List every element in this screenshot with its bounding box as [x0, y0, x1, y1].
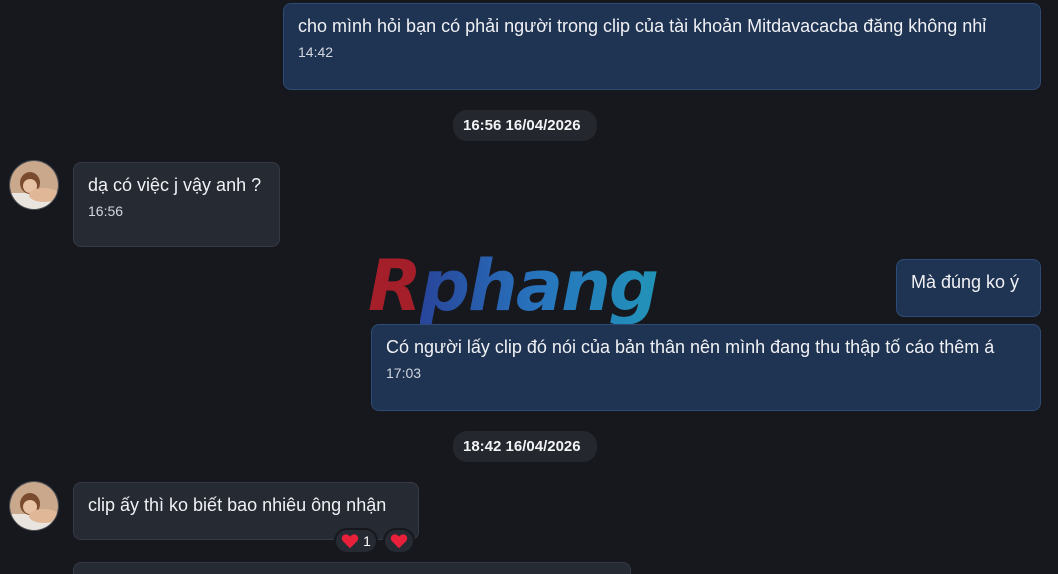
- message-text: Mà đúng ko ý: [911, 272, 1020, 292]
- watermark-text: phang: [419, 245, 659, 327]
- date-separator: 16:56 16/04/2026: [453, 110, 597, 141]
- message-bubble-outgoing[interactable]: Có người lấy clip đó nói của bản thân nê…: [371, 324, 1041, 411]
- heart-icon: [390, 534, 408, 549]
- avatar[interactable]: [9, 481, 59, 531]
- message-bubble-incoming-partial[interactable]: [73, 562, 631, 574]
- message-text: cho mình hỏi bạn có phải người trong cli…: [298, 16, 987, 36]
- date-separator: 18:42 16/04/2026: [453, 431, 597, 462]
- message-time: 14:42: [298, 44, 334, 60]
- message-time: 16:56: [88, 203, 124, 219]
- message-bubble-incoming[interactable]: dạ có việc j vậy anh ? 16:56: [73, 162, 280, 247]
- add-reaction-heart[interactable]: [383, 528, 415, 554]
- message-text: Có người lấy clip đó nói của bản thân nê…: [386, 337, 995, 357]
- watermark-letter: R: [368, 245, 422, 327]
- reaction-count: 1: [363, 533, 371, 549]
- heart-icon: [341, 534, 359, 549]
- chat-window: cho mình hỏi bạn có phải người trong cli…: [0, 0, 1058, 574]
- avatar-image: [10, 161, 58, 209]
- avatar-image: [10, 482, 58, 530]
- message-bubble-outgoing[interactable]: Mà đúng ko ý: [896, 259, 1041, 317]
- watermark-logo: Rphang: [368, 246, 688, 326]
- reaction-heart-count[interactable]: 1: [334, 528, 378, 554]
- avatar[interactable]: [9, 160, 59, 210]
- message-time: 17:03: [386, 365, 422, 381]
- message-bubble-outgoing[interactable]: cho mình hỏi bạn có phải người trong cli…: [283, 3, 1041, 90]
- message-text: dạ có việc j vậy anh ?: [88, 175, 262, 195]
- message-text: clip ấy thì ko biết bao nhiêu ông nhận: [88, 495, 387, 515]
